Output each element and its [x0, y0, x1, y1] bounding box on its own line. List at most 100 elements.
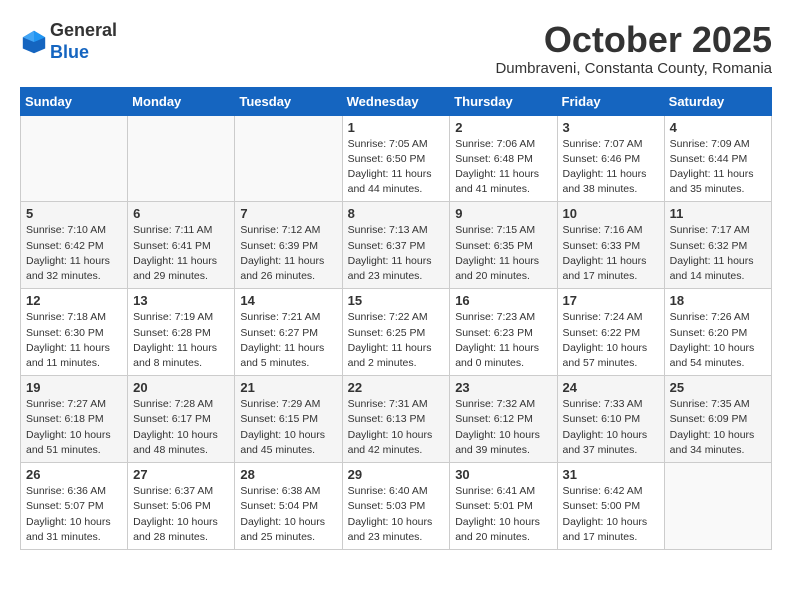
day-number: 6 [133, 206, 229, 221]
calendar-cell: 21 Sunrise: 7:29 AM Sunset: 6:15 PM Dayli… [235, 376, 342, 463]
day-info: Sunrise: 7:23 AM Sunset: 6:23 PM Dayligh… [455, 310, 551, 371]
weekday-header: Tuesday [235, 87, 342, 115]
calendar-cell [235, 115, 342, 202]
calendar-cell: 2 Sunrise: 7:06 AM Sunset: 6:48 PM Daylig… [450, 115, 557, 202]
calendar-cell: 17 Sunrise: 7:24 AM Sunset: 6:22 PM Dayli… [557, 289, 664, 376]
page-header: General Blue October 2025 Dumbraveni, Co… [20, 20, 772, 77]
day-number: 2 [455, 120, 551, 135]
calendar-cell: 15Sunrise: 7:22 AM Sunset: 6:25 PM Dayli… [342, 289, 450, 376]
calendar-week-row: 26 Sunrise: 6:36 AM Sunset: 5:07 PM Dayli… [21, 463, 772, 550]
weekday-header: Friday [557, 87, 664, 115]
day-info: Sunrise: 6:40 AM Sunset: 5:03 PM Dayligh… [348, 484, 445, 545]
weekday-header: Sunday [21, 87, 128, 115]
day-info: Sunrise: 7:07 AM Sunset: 6:46 PM Dayligh… [563, 137, 659, 198]
day-info: Sunrise: 7:26 AM Sunset: 6:20 PM Dayligh… [670, 310, 766, 371]
day-info: Sunrise: 7:16 AM Sunset: 6:33 PM Dayligh… [563, 223, 659, 284]
day-info: Sunrise: 7:11 AM Sunset: 6:41 PM Dayligh… [133, 223, 229, 284]
day-number: 25 [670, 380, 766, 395]
day-number: 7 [240, 206, 336, 221]
day-info: Sunrise: 7:17 AM Sunset: 6:32 PM Dayligh… [670, 223, 766, 284]
day-info: Sunrise: 6:42 AM Sunset: 5:00 PM Dayligh… [563, 484, 659, 545]
calendar-week-row: 19 Sunrise: 7:27 AM Sunset: 6:18 PM Dayli… [21, 376, 772, 463]
day-number: 26 [26, 467, 122, 482]
day-info: Sunrise: 7:33 AM Sunset: 6:10 PM Dayligh… [563, 397, 659, 458]
day-number: 11 [670, 206, 766, 221]
day-info: Sunrise: 7:19 AM Sunset: 6:28 PM Dayligh… [133, 310, 229, 371]
month-title: October 2025 [495, 20, 772, 60]
calendar-cell: 12 Sunrise: 7:18 AM Sunset: 6:30 PM Dayli… [21, 289, 128, 376]
day-number: 13 [133, 293, 229, 308]
day-info: Sunrise: 7:15 AM Sunset: 6:35 PM Dayligh… [455, 223, 551, 284]
calendar-cell: 25 Sunrise: 7:35 AM Sunset: 6:09 PM Dayli… [664, 376, 771, 463]
day-info: Sunrise: 7:32 AM Sunset: 6:12 PM Dayligh… [455, 397, 551, 458]
day-number: 8 [348, 206, 445, 221]
logo-icon [20, 28, 48, 56]
calendar-cell: 18 Sunrise: 7:26 AM Sunset: 6:20 PM Dayli… [664, 289, 771, 376]
day-info: Sunrise: 7:35 AM Sunset: 6:09 PM Dayligh… [670, 397, 766, 458]
calendar-cell: 20 Sunrise: 7:28 AM Sunset: 6:17 PM Dayli… [128, 376, 235, 463]
weekday-header: Thursday [450, 87, 557, 115]
location: Dumbraveni, Constanta County, Romania [495, 60, 772, 77]
day-info: Sunrise: 7:09 AM Sunset: 6:44 PM Dayligh… [670, 137, 766, 198]
day-number: 1 [348, 120, 445, 135]
calendar-cell: 9Sunrise: 7:15 AM Sunset: 6:35 PM Daylig… [450, 202, 557, 289]
day-number: 19 [26, 380, 122, 395]
day-number: 20 [133, 380, 229, 395]
day-info: Sunrise: 7:27 AM Sunset: 6:18 PM Dayligh… [26, 397, 122, 458]
day-number: 17 [563, 293, 659, 308]
calendar-cell: 16 Sunrise: 7:23 AM Sunset: 6:23 PM Dayli… [450, 289, 557, 376]
day-info: Sunrise: 7:18 AM Sunset: 6:30 PM Dayligh… [26, 310, 122, 371]
day-number: 16 [455, 293, 551, 308]
calendar-cell: 1 Sunrise: 7:05 AM Sunset: 6:50 PM Daylig… [342, 115, 450, 202]
calendar-cell: 6 Sunrise: 7:11 AM Sunset: 6:41 PM Daylig… [128, 202, 235, 289]
calendar-cell: 4 Sunrise: 7:09 AM Sunset: 6:44 PM Daylig… [664, 115, 771, 202]
calendar-cell: 23 Sunrise: 7:32 AM Sunset: 6:12 PM Dayli… [450, 376, 557, 463]
calendar-cell: 10 Sunrise: 7:16 AM Sunset: 6:33 PM Dayli… [557, 202, 664, 289]
day-number: 3 [563, 120, 659, 135]
calendar-cell: 5 Sunrise: 7:10 AM Sunset: 6:42 PM Daylig… [21, 202, 128, 289]
day-number: 30 [455, 467, 551, 482]
day-number: 10 [563, 206, 659, 221]
calendar-cell: 24Sunrise: 7:33 AM Sunset: 6:10 PM Dayli… [557, 376, 664, 463]
day-number: 5 [26, 206, 122, 221]
day-info: Sunrise: 7:12 AM Sunset: 6:39 PM Dayligh… [240, 223, 336, 284]
day-info: Sunrise: 7:06 AM Sunset: 6:48 PM Dayligh… [455, 137, 551, 198]
calendar-cell: 26 Sunrise: 6:36 AM Sunset: 5:07 PM Dayli… [21, 463, 128, 550]
day-info: Sunrise: 7:28 AM Sunset: 6:17 PM Dayligh… [133, 397, 229, 458]
calendar-cell: 7 Sunrise: 7:12 AM Sunset: 6:39 PM Daylig… [235, 202, 342, 289]
day-number: 4 [670, 120, 766, 135]
calendar-week-row: 12 Sunrise: 7:18 AM Sunset: 6:30 PM Dayli… [21, 289, 772, 376]
weekday-header: Wednesday [342, 87, 450, 115]
day-number: 15 [348, 293, 445, 308]
day-number: 29 [348, 467, 445, 482]
calendar-cell: 31 Sunrise: 6:42 AM Sunset: 5:00 PM Dayli… [557, 463, 664, 550]
weekday-header-row: SundayMondayTuesdayWednesdayThursdayFrid… [21, 87, 772, 115]
calendar-cell: 22Sunrise: 7:31 AM Sunset: 6:13 PM Dayli… [342, 376, 450, 463]
day-info: Sunrise: 7:05 AM Sunset: 6:50 PM Dayligh… [348, 137, 445, 198]
weekday-header: Saturday [664, 87, 771, 115]
logo: General Blue [20, 20, 117, 63]
calendar-week-row: 1 Sunrise: 7:05 AM Sunset: 6:50 PM Daylig… [21, 115, 772, 202]
day-number: 12 [26, 293, 122, 308]
calendar-cell: 19 Sunrise: 7:27 AM Sunset: 6:18 PM Dayli… [21, 376, 128, 463]
day-number: 21 [240, 380, 336, 395]
calendar-cell: 27Sunrise: 6:37 AM Sunset: 5:06 PM Dayli… [128, 463, 235, 550]
day-number: 28 [240, 467, 336, 482]
calendar-cell: 13 Sunrise: 7:19 AM Sunset: 6:28 PM Dayli… [128, 289, 235, 376]
calendar-cell: 30Sunrise: 6:41 AM Sunset: 5:01 PM Dayli… [450, 463, 557, 550]
title-block: October 2025 Dumbraveni, Constanta Count… [495, 20, 772, 77]
day-info: Sunrise: 6:36 AM Sunset: 5:07 PM Dayligh… [26, 484, 122, 545]
day-info: Sunrise: 7:13 AM Sunset: 6:37 PM Dayligh… [348, 223, 445, 284]
day-info: Sunrise: 7:29 AM Sunset: 6:15 PM Dayligh… [240, 397, 336, 458]
day-info: Sunrise: 7:31 AM Sunset: 6:13 PM Dayligh… [348, 397, 445, 458]
day-number: 31 [563, 467, 659, 482]
calendar-cell [21, 115, 128, 202]
calendar-cell: 8 Sunrise: 7:13 AM Sunset: 6:37 PM Daylig… [342, 202, 450, 289]
day-number: 18 [670, 293, 766, 308]
day-number: 23 [455, 380, 551, 395]
day-info: Sunrise: 7:24 AM Sunset: 6:22 PM Dayligh… [563, 310, 659, 371]
day-number: 14 [240, 293, 336, 308]
calendar-week-row: 5 Sunrise: 7:10 AM Sunset: 6:42 PM Daylig… [21, 202, 772, 289]
day-info: Sunrise: 7:10 AM Sunset: 6:42 PM Dayligh… [26, 223, 122, 284]
calendar-cell [664, 463, 771, 550]
